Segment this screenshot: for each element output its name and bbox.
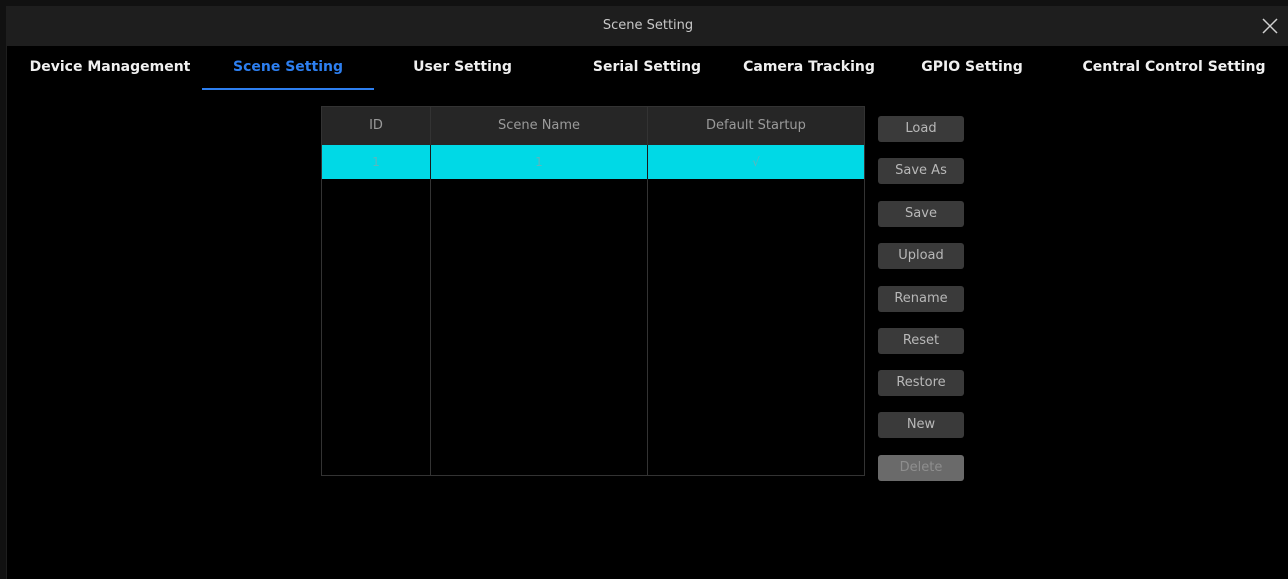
upload-button[interactable]: Upload [878,243,964,269]
title-bar: Scene Setting [7,6,1288,46]
header-scene-name: Scene Name [497,118,581,133]
tab-device-management[interactable]: Device Management [25,46,195,90]
scene-setting-window: Scene Setting Device Management Scene Se… [6,6,1288,579]
tab-user-setting[interactable]: User Setting [395,46,530,90]
close-button[interactable] [1259,15,1281,37]
cell-id: 1 [372,155,380,169]
cell-default-startup: √ [752,155,760,169]
load-button[interactable]: Load [878,116,964,142]
tab-gpio-setting[interactable]: GPIO Setting [907,46,1037,90]
cell-scene-name: 1 [535,155,543,169]
table-row[interactable]: 1 1 √ [322,145,864,179]
save-as-button[interactable]: Save As [878,158,964,184]
restore-button[interactable]: Restore [878,370,964,396]
tab-scene-setting[interactable]: Scene Setting [202,46,374,90]
new-button[interactable]: New [878,412,964,438]
scene-table: ID Scene Name Default Startup 1 1 √ [321,106,865,476]
save-button[interactable]: Save [878,201,964,227]
tab-serial-setting[interactable]: Serial Setting [577,46,717,90]
window-title: Scene Setting [602,18,694,33]
delete-button[interactable]: Delete [878,455,964,481]
header-default-startup: Default Startup [706,118,806,133]
close-icon [1262,18,1278,34]
rename-button[interactable]: Rename [878,286,964,312]
table-header: ID Scene Name Default Startup [322,107,864,145]
tab-bar: Device Management Scene Setting User Set… [7,46,1288,92]
header-id: ID [369,118,383,133]
tab-central-control-setting[interactable]: Central Control Setting [1081,46,1267,90]
tab-camera-tracking[interactable]: Camera Tracking [739,46,879,90]
reset-button[interactable]: Reset [878,328,964,354]
